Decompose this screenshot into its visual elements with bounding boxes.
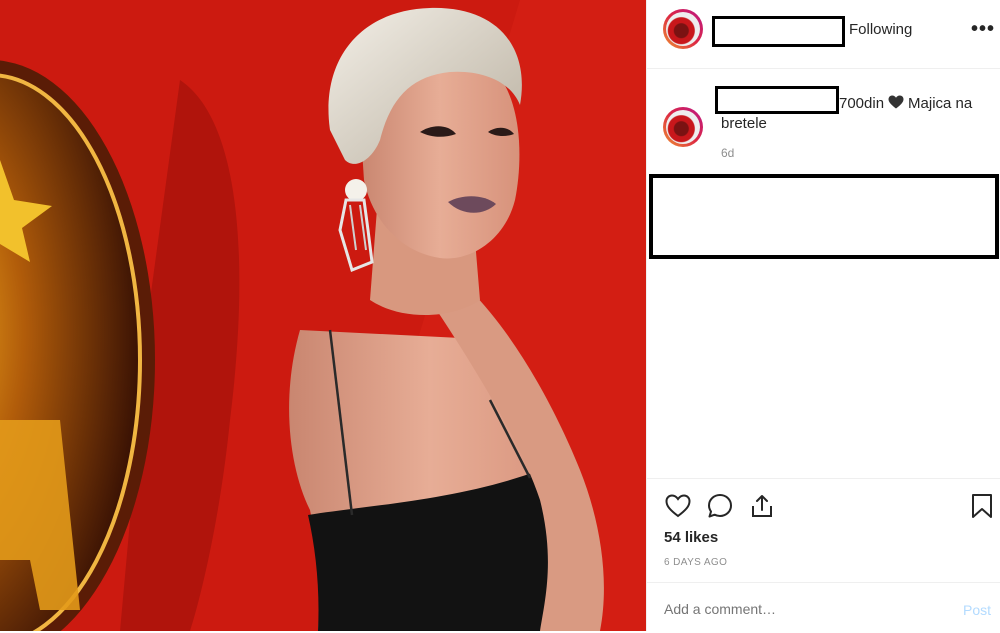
more-icon[interactable]: •••	[971, 18, 995, 41]
comment-icon[interactable]	[705, 491, 735, 521]
share-icon[interactable]	[747, 491, 777, 521]
photo-illustration	[0, 0, 646, 631]
redacted-username	[712, 16, 845, 47]
likes-count[interactable]: 54 likes	[664, 529, 718, 546]
following-button[interactable]: Following	[849, 21, 912, 38]
post-header: Following •••	[647, 0, 1000, 69]
post-side-panel: Following ••• 700din Majica na bretele 6d…	[646, 0, 1000, 631]
caption-avatar[interactable]	[663, 107, 703, 147]
comment-box: Post	[647, 582, 1000, 633]
bookmark-icon[interactable]	[967, 491, 997, 521]
heart-icon	[888, 95, 904, 109]
caption-age: 6d	[721, 146, 735, 160]
comment-input[interactable]	[664, 601, 944, 617]
post-photo[interactable]	[0, 0, 646, 631]
post-timestamp: 6 DAYS AGO	[664, 557, 728, 568]
redacted-comment-block	[649, 174, 999, 259]
author-avatar[interactable]	[663, 9, 703, 49]
post-actions: 54 likes 6 DAYS AGO Post	[647, 478, 1000, 632]
like-icon[interactable]	[663, 491, 693, 521]
caption-price: 700din	[839, 95, 885, 112]
redacted-caption-username	[715, 86, 839, 114]
post-button[interactable]: Post	[963, 602, 991, 618]
